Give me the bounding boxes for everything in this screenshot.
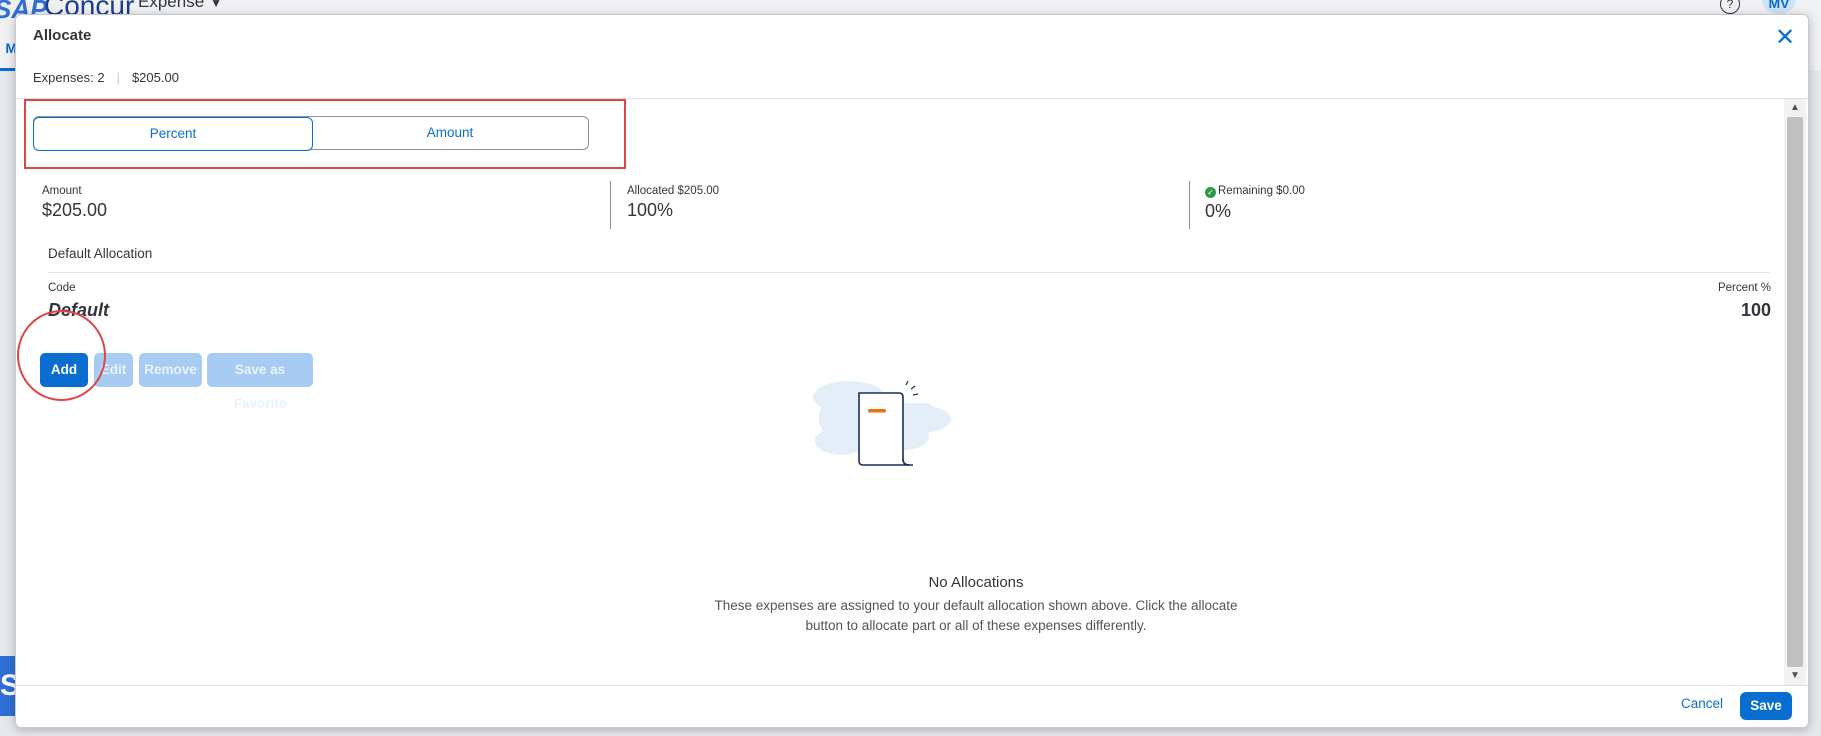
- expense-menu[interactable]: Expense ▼: [138, 0, 222, 12]
- remove-button[interactable]: Remove: [139, 353, 202, 387]
- dialog-title: Allocate: [33, 27, 92, 44]
- summary-divider: [1189, 181, 1190, 229]
- allocated-label: Allocated $205.00: [627, 185, 720, 197]
- separator: |: [116, 70, 120, 85]
- amount-segment[interactable]: Amount: [311, 117, 589, 149]
- close-icon[interactable]: ✕: [1774, 26, 1796, 50]
- code-value: Default: [48, 300, 110, 320]
- summary-amount: Amount $205.00: [42, 185, 107, 221]
- empty-document-illustration: [813, 380, 951, 466]
- check-circle-icon: ✓: [1205, 187, 1216, 198]
- expenses-count: Expenses: 2: [33, 70, 105, 85]
- vertical-scrollbar[interactable]: ▲ ▼: [1784, 99, 1806, 685]
- summary-allocated: Allocated $205.00 100%: [627, 185, 719, 221]
- percent-label: Percent %: [1717, 282, 1771, 294]
- remaining-label: Remaining $0.00: [1218, 185, 1305, 197]
- save-button[interactable]: Save: [1740, 692, 1792, 720]
- footer-divider: [16, 685, 1808, 686]
- expenses-total: $205.00: [131, 70, 179, 85]
- mode-segmented-control: Percent Amount: [33, 116, 589, 151]
- dialog-subheader: Expenses: 2 | $205.00: [33, 70, 179, 85]
- edit-button[interactable]: Edit: [94, 353, 133, 387]
- help-icon[interactable]: ?: [1720, 0, 1740, 14]
- percent-value: 100: [1740, 300, 1771, 320]
- add-button[interactable]: Add: [40, 353, 88, 387]
- remaining-label-row: ✓ Remaining $0.00: [1205, 185, 1305, 198]
- scroll-down-icon[interactable]: ▼: [1784, 667, 1806, 685]
- amount-value: $205.00: [42, 200, 108, 220]
- empty-state-text: These expenses are assigned to your defa…: [714, 598, 1238, 633]
- remaining-value: 0%: [1205, 201, 1232, 221]
- caret-down-icon: ▼: [210, 0, 223, 10]
- background-brand-strip: S: [0, 656, 20, 716]
- code-label: Code: [48, 282, 76, 294]
- save-as-favorite-button[interactable]: Save as Favorite: [207, 353, 313, 411]
- summary-divider: [610, 181, 611, 229]
- percent-segment[interactable]: Percent: [33, 117, 313, 151]
- expense-menu-label: Expense: [138, 0, 205, 11]
- empty-state-title: No Allocations: [928, 574, 1024, 591]
- default-allocation-divider: [48, 272, 1770, 273]
- allocated-value: 100%: [627, 200, 674, 220]
- scroll-thumb[interactable]: [1787, 117, 1803, 667]
- default-allocation-title: Default Allocation: [48, 246, 153, 261]
- avatar[interactable]: MV: [1762, 0, 1796, 14]
- allocate-dialog: Allocate ✕ Expenses: 2 | $205.00 Percent A…: [15, 14, 1809, 728]
- scroll-up-icon[interactable]: ▲: [1784, 99, 1806, 117]
- dialog-content: Percent Amount Amount $205.00 Allocated …: [16, 99, 1784, 685]
- summary-remaining: ✓ Remaining $0.00 0%: [1205, 185, 1305, 222]
- cancel-button[interactable]: Cancel: [1681, 696, 1723, 711]
- amount-label: Amount: [42, 185, 82, 197]
